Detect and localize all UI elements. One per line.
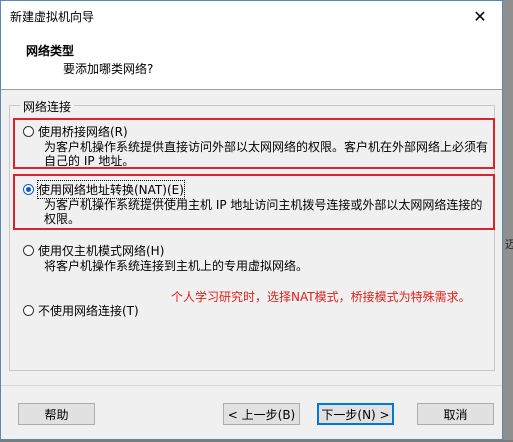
background-text: 迈 [505,238,513,251]
wizard-header: 网络类型 要添加哪类网络? [1,32,502,90]
back-button[interactable]: < 上一步(B) [223,403,300,425]
help-button[interactable]: 帮助 [18,403,95,425]
page-title: 网络类型 [26,44,75,58]
next-button[interactable]: 下一步(N) > [317,403,394,425]
option-nat-label[interactable]: 使用网络地址转换(NAT)(E) [37,180,185,199]
red-annotation: 个人学习研究时，选择NAT模式，桥接模式为特殊需求。 [171,290,471,304]
radio-no-network[interactable] [23,305,34,316]
group-label: 网络连接 [20,98,75,115]
option-host-only-desc: 将客户机操作系统连接到主机上的专用虚拟网络。 [44,259,309,273]
new-vm-wizard-dialog: 新建虚拟机向导 ✕ 网络类型 要添加哪类网络? 网络连接 使用桥接网络(R) 为… [0,0,503,440]
wizard-footer: 帮助 < 上一步(B) 下一步(N) > 取消 [1,385,502,442]
radio-bridged[interactable] [23,126,34,137]
radio-nat[interactable] [23,184,34,195]
option-bridged[interactable]: 使用桥接网络(R) 为客户机操作系统提供直接访问外部以太网网络的权限。客户机在外… [23,123,489,168]
radio-host-only[interactable] [23,245,34,256]
background-window-edge [503,0,513,440]
option-host-only[interactable]: 使用仅主机模式网络(H) 将客户机操作系统连接到主机上的专用虚拟网络。 [23,242,489,273]
close-icon[interactable]: ✕ [458,1,502,32]
option-nat-desc: 为客户机操作系统提供使用主机 IP 地址访问主机拨号连接或外部以太网网络连接的权… [44,198,483,226]
option-host-only-label[interactable]: 使用仅主机模式网络(H) [38,242,164,259]
option-bridged-label[interactable]: 使用桥接网络(R) [38,123,128,140]
option-no-network-label[interactable]: 不使用网络连接(T) [38,302,139,319]
window-title: 新建虚拟机向导 [10,10,95,24]
cancel-button[interactable]: 取消 [417,403,494,425]
title-bar: 新建虚拟机向导 ✕ [1,1,502,32]
option-bridged-desc: 为客户机操作系统提供直接访问外部以太网网络的权限。客户机在外部网络上必须有自己的… [44,140,489,168]
page-subtitle: 要添加哪类网络? [63,62,154,76]
wizard-content: 网络连接 使用桥接网络(R) 为客户机操作系统提供直接访问外部以太网网络的权限。… [1,90,502,385]
option-nat[interactable]: 使用网络地址转换(NAT)(E) 为客户机操作系统提供使用主机 IP 地址访问主… [23,180,489,226]
option-no-network[interactable]: 不使用网络连接(T) [23,302,139,319]
